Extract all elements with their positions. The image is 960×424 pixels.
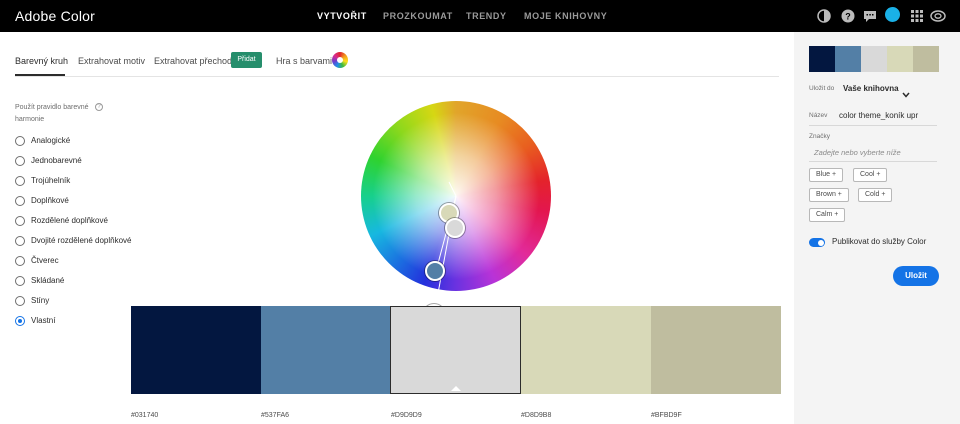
harmony-rule-label: Jednobarevné: [31, 156, 82, 165]
tag-label: Blue: [816, 171, 831, 178]
publish-label: Publikovat do služby Color: [832, 237, 927, 246]
creative-cloud-icon[interactable]: [930, 9, 946, 23]
add-tag-icon[interactable]: +: [832, 171, 836, 178]
tab-hra-s-barvami[interactable]: Hra s barvami: [276, 56, 332, 66]
radio-icon[interactable]: [15, 156, 25, 166]
tags-input[interactable]: Zadejte nebo vyberte níže: [814, 148, 901, 157]
tab-extrahovat-motiv[interactable]: Extrahovat motiv: [78, 56, 145, 66]
tab-barevny-kruh[interactable]: Barevný kruh: [15, 56, 68, 66]
wheel-connector-lines: [435, 181, 457, 291]
radio-icon[interactable]: [15, 256, 25, 266]
wheel-handle[interactable]: [425, 261, 445, 281]
wheel-handle-selected[interactable]: [445, 218, 465, 238]
tags-label: Značky: [809, 133, 830, 140]
swatch-hex-value[interactable]: #D9D9D9: [391, 412, 422, 419]
user-avatar-icon[interactable]: [885, 7, 900, 22]
theme-preview-swatch: [835, 46, 861, 72]
theme-toggle-icon[interactable]: [817, 9, 831, 23]
tag-chip[interactable]: Brown +: [809, 188, 849, 202]
harmony-rule-label: Trojúhelník: [31, 176, 71, 185]
add-tag-icon[interactable]: +: [834, 211, 838, 218]
radio-icon[interactable]: [15, 176, 25, 186]
selected-caret-icon: [451, 386, 461, 391]
color-game-icon[interactable]: [332, 52, 348, 68]
harmony-rule-label: Rozdělené doplňkové: [31, 216, 108, 225]
theme-preview-swatch: [809, 46, 835, 72]
tag-label: Calm: [816, 211, 833, 218]
new-badge: Přidat: [231, 52, 262, 68]
nav-item-trendy[interactable]: TRENDY: [466, 11, 507, 21]
radio-selected-icon[interactable]: [15, 316, 25, 326]
color-wheel[interactable]: [361, 101, 551, 326]
color-swatch-selected[interactable]: [390, 306, 521, 394]
main-nav: VYTVOŘIT PROZKOUMAT TRENDY MOJE KNIHOVNY: [0, 11, 960, 25]
save-to-label: Uložit do: [809, 85, 835, 92]
harmony-rule-label: Stíny: [31, 296, 50, 305]
radio-icon[interactable]: [15, 136, 25, 146]
top-bar: Adobe Color VYTVOŘIT PROZKOUMAT TRENDY M…: [0, 0, 960, 32]
theme-preview-swatch: [913, 46, 939, 72]
radio-icon[interactable]: [15, 216, 25, 226]
nav-item-moje-knihovny[interactable]: MOJE KNIHOVNY: [524, 11, 607, 21]
harmony-help-icon[interactable]: ?: [95, 103, 103, 111]
tag-chip[interactable]: Cool +: [853, 168, 888, 182]
swatch-hex-value[interactable]: #D8D9B8: [521, 412, 551, 419]
radio-icon[interactable]: [15, 276, 25, 286]
nav-item-prozkoumat[interactable]: PROZKOUMAT: [383, 11, 453, 21]
library-select[interactable]: Vaše knihovna: [843, 84, 899, 93]
tag-chip[interactable]: Cold +: [858, 188, 893, 202]
swatch-hex-value[interactable]: #BFBD9F: [651, 412, 682, 419]
radio-icon[interactable]: [15, 296, 25, 306]
apps-grid-icon[interactable]: [910, 9, 924, 23]
tag-chip[interactable]: Calm +: [809, 208, 846, 222]
swatch-hex-value[interactable]: #031740: [131, 412, 158, 419]
tag-label: Cool: [860, 171, 875, 178]
add-tag-icon[interactable]: +: [876, 171, 880, 178]
tag-chip[interactable]: Blue +: [809, 168, 844, 182]
svg-text:?: ?: [845, 12, 851, 22]
add-tag-icon[interactable]: +: [838, 191, 842, 198]
main-panel: Barevný kruh Extrahovat motiv Extrahovat…: [0, 32, 794, 424]
tabs-divider: [15, 76, 779, 77]
theme-preview-swatch: [861, 46, 887, 72]
nav-item-vytvorit[interactable]: VYTVOŘIT: [317, 11, 367, 21]
harmony-rule-label: Doplňkové: [31, 196, 69, 205]
name-label: Název: [809, 112, 828, 119]
color-swatch[interactable]: [651, 306, 781, 394]
harmony-rule-label: Čtverec: [31, 256, 59, 265]
color-swatch[interactable]: [131, 306, 261, 394]
harmony-rule-label: Vlastní: [31, 316, 56, 325]
radio-icon[interactable]: [15, 196, 25, 206]
color-swatch[interactable]: [261, 306, 391, 394]
tag-label: Brown: [816, 191, 836, 198]
add-tag-icon[interactable]: +: [881, 191, 885, 198]
chevron-down-icon[interactable]: [902, 85, 910, 103]
name-underline: [809, 125, 937, 126]
harmony-rule-label: Skládané: [31, 276, 65, 285]
save-button[interactable]: Uložit: [893, 266, 939, 286]
theme-preview-swatch: [887, 46, 913, 72]
theme-name-input[interactable]: color theme_koník upr: [839, 111, 918, 120]
chat-icon[interactable]: [863, 9, 877, 23]
save-panel: Uložit do Vaše knihovna Název color them…: [794, 32, 960, 424]
tab-extrahovat-prechod[interactable]: Extrahovat přechod: [154, 56, 232, 66]
publish-toggle[interactable]: [809, 238, 825, 247]
help-icon[interactable]: ?: [841, 9, 855, 23]
tags-underline: [809, 161, 937, 162]
swatch-hex-value[interactable]: #537FA6: [261, 412, 289, 419]
radio-icon[interactable]: [15, 236, 25, 246]
harmony-rule-label: Dvojité rozdělené doplňkové: [31, 236, 132, 245]
tag-label: Cold: [865, 191, 880, 198]
harmony-rule-label: Analogické: [31, 136, 71, 145]
color-swatch[interactable]: [521, 306, 651, 394]
